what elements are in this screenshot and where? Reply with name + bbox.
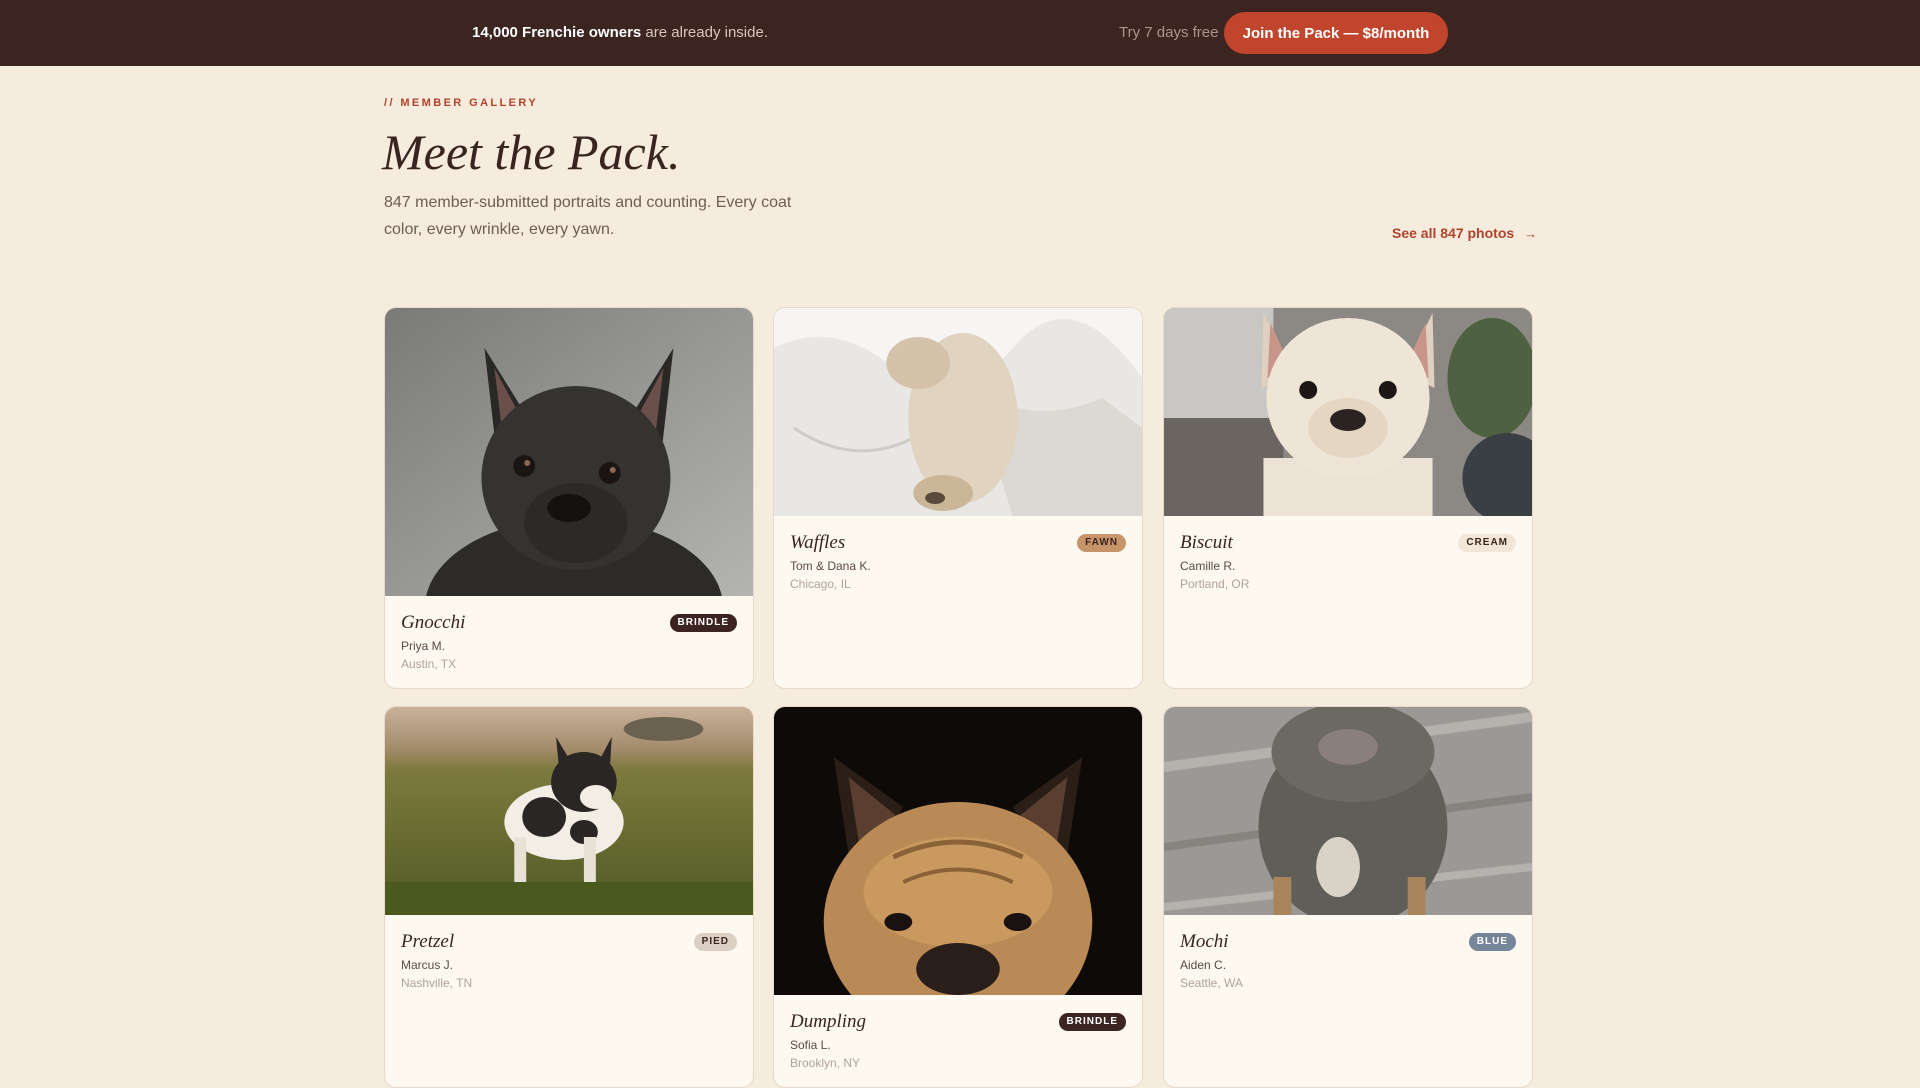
owner-name: Camille R. bbox=[1180, 559, 1236, 573]
dog-photo bbox=[385, 707, 753, 915]
gallery-card[interactable]: Dumpling BRINDLE Sofia L. Brooklyn, NY bbox=[773, 706, 1143, 1088]
owner-location: Nashville, TN bbox=[401, 976, 473, 990]
owner-location: Brooklyn, NY bbox=[790, 1056, 861, 1070]
card-info: Pretzel PIED Marcus J. Nashville, TN bbox=[385, 915, 753, 990]
owner-name: Sofia L. bbox=[790, 1038, 831, 1052]
coat-badge: FAWN bbox=[1077, 534, 1126, 552]
dog-photo bbox=[385, 308, 753, 596]
gallery-card[interactable]: Pretzel PIED Marcus J. Nashville, TN bbox=[384, 706, 754, 1088]
owner-name: Marcus J. bbox=[401, 958, 454, 972]
page-description: 847 member-submitted portraits and count… bbox=[384, 194, 792, 238]
owner-location: Chicago, IL bbox=[790, 577, 851, 591]
owner-location: Seattle, WA bbox=[1180, 976, 1243, 990]
card-info: Gnocchi BRINDLE Priya M. Austin, TX bbox=[385, 596, 753, 671]
dog-photo bbox=[774, 308, 1142, 516]
coat-badge: PIED bbox=[693, 933, 737, 951]
coat-badge: BLUE bbox=[1468, 933, 1516, 951]
promo-highlight: 14,000 Frenchie owners bbox=[472, 24, 642, 41]
card-info: Mochi BLUE Aiden C. Seattle, WA bbox=[1164, 915, 1532, 990]
join-button[interactable]: Join the Pack — $8/month bbox=[1224, 12, 1448, 54]
coat-badge: CREAM bbox=[1458, 534, 1516, 552]
dog-name: Pretzel bbox=[401, 931, 455, 952]
gallery-card[interactable]: Gnocchi BRINDLE Priya M. Austin, TX bbox=[384, 307, 754, 689]
owner-name: Aiden C. bbox=[1180, 958, 1227, 972]
arrow-right-icon: → bbox=[1524, 225, 1538, 241]
card-info: Dumpling BRINDLE Sofia L. Brooklyn, NY bbox=[774, 995, 1142, 1070]
gallery-card[interactable]: Waffles FAWN Tom & Dana K. Chicago, IL bbox=[773, 307, 1143, 689]
promo-rest: are already inside. bbox=[641, 24, 768, 41]
dog-name: Waffles bbox=[790, 532, 846, 553]
dog-photo bbox=[1164, 707, 1532, 915]
see-all-label: See all 847 photos bbox=[1392, 225, 1515, 241]
trial-text: Try 7 days free bbox=[1119, 24, 1219, 41]
owner-name: Tom & Dana K. bbox=[790, 559, 871, 573]
section-eyebrow: // MEMBER GALLERY bbox=[384, 97, 539, 109]
dog-photo bbox=[774, 707, 1142, 995]
see-all-photos-link[interactable]: See all 847 photos → bbox=[1392, 225, 1537, 241]
promo-bar: 14,000 Frenchie owners are already insid… bbox=[0, 0, 1920, 66]
coat-badge: BRINDLE bbox=[669, 614, 737, 632]
owner-location: Austin, TX bbox=[401, 657, 457, 671]
gallery-card[interactable]: Mochi BLUE Aiden C. Seattle, WA bbox=[1163, 706, 1533, 1088]
dog-photo bbox=[1164, 308, 1532, 516]
owner-name: Priya M. bbox=[401, 639, 446, 653]
card-info: Biscuit CREAM Camille R. Portland, OR bbox=[1164, 516, 1532, 591]
dog-name: Mochi bbox=[1180, 931, 1229, 952]
owner-location: Portland, OR bbox=[1180, 577, 1250, 591]
card-info: Waffles FAWN Tom & Dana K. Chicago, IL bbox=[774, 516, 1142, 591]
gallery-card[interactable]: Biscuit CREAM Camille R. Portland, OR bbox=[1163, 307, 1533, 689]
promo-text: 14,000 Frenchie owners are already insid… bbox=[472, 24, 768, 41]
page-title: Meet the Pack. bbox=[382, 124, 681, 180]
coat-badge: BRINDLE bbox=[1058, 1013, 1126, 1031]
